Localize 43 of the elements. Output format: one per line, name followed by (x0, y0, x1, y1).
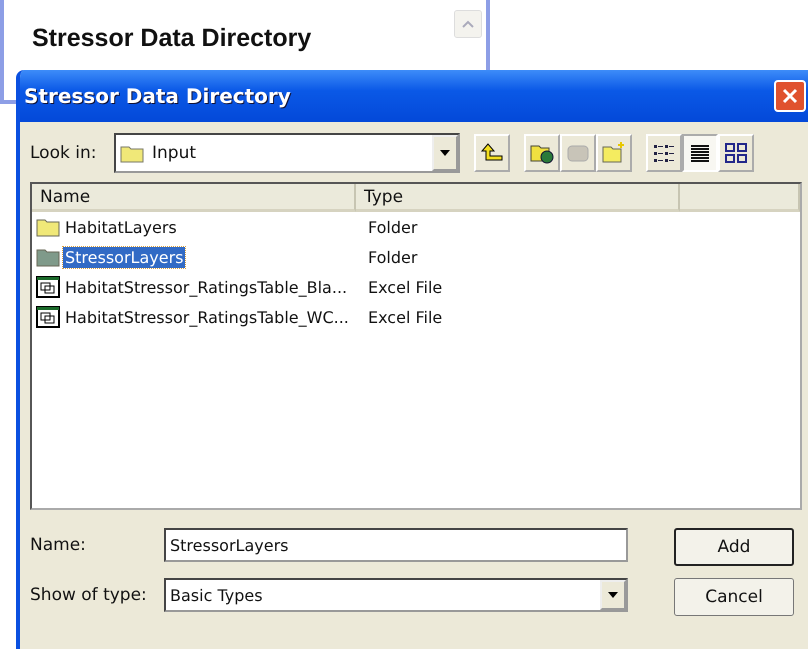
column-header[interactable]: Type (356, 184, 680, 212)
details-view-button[interactable] (682, 134, 718, 172)
folder-icon (36, 247, 60, 267)
file-name[interactable]: HabitatStressor_RatingsTable_Bla... (63, 276, 350, 298)
name-field[interactable]: StressorLayers (164, 528, 628, 562)
file-name[interactable]: StressorLayers (63, 246, 186, 268)
look-in-dropdown[interactable]: Input (114, 133, 460, 173)
file-name[interactable]: HabitatStressor_RatingsTable_WC... (63, 306, 351, 328)
file-type: Excel File (367, 278, 442, 296)
cancel-button[interactable]: Cancel (674, 578, 794, 616)
file-type: Folder (367, 218, 418, 236)
table-file-icon (36, 276, 60, 298)
list-view-button[interactable] (646, 134, 682, 172)
thumbnails-view-button[interactable] (718, 134, 754, 172)
details-view-icon (688, 142, 712, 164)
caret-icon (439, 149, 451, 157)
caret-icon (607, 591, 619, 599)
window-title: Stressor Data Directory (24, 84, 291, 108)
connect-folder-button[interactable] (524, 134, 560, 172)
folder-icon (36, 217, 60, 237)
file-type-label: Show of type: (30, 585, 148, 605)
up-chevron-icon (461, 19, 475, 29)
new-folder-icon (601, 141, 627, 165)
file-type: Excel File (367, 308, 442, 326)
look-in-value: Input (152, 143, 198, 163)
file-type-dropdown[interactable]: Basic Types (164, 578, 628, 612)
list-view-icon (652, 142, 676, 164)
file-type: Folder (367, 248, 418, 266)
grid-view-icon (724, 142, 748, 164)
window-heading: Stressor Data Directory (32, 24, 312, 53)
name-label: Name: (30, 535, 87, 555)
look-in-label: Look in: (30, 143, 98, 163)
close-icon (780, 86, 800, 106)
add-button[interactable]: Add (674, 528, 794, 566)
close-button[interactable] (774, 80, 806, 112)
file-type-value: Basic Types (170, 586, 264, 604)
dropdown-button[interactable] (432, 135, 458, 171)
column-header[interactable]: Name (32, 184, 356, 212)
dropdown-button[interactable] (600, 580, 626, 610)
up-folder-button[interactable] (474, 134, 510, 172)
file-name[interactable]: HabitatLayers (63, 216, 179, 238)
table-file-icon (36, 306, 60, 328)
new-folder-button[interactable] (596, 134, 632, 172)
